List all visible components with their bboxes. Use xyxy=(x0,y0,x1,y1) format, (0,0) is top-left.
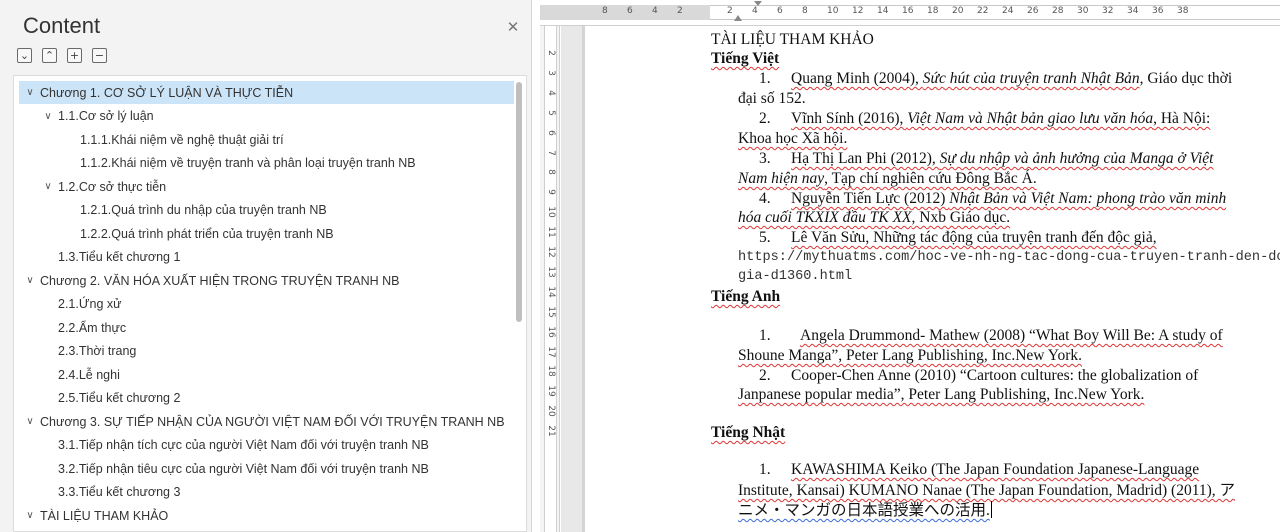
ref-line: Quang Minh (2004), Sức hút của truyện tr… xyxy=(791,69,1232,89)
ref-text: , Nxb Giáo dục. xyxy=(911,209,1011,226)
ref-author: Hạ Thị Lan Phi (2012), xyxy=(791,150,940,167)
ref-author: Vĩnh Sính (2016), xyxy=(791,110,908,127)
document-content: TÀI LIỆU THAM KHẢO Tiếng Việt 1. Quang M… xyxy=(0,0,1280,532)
ref-url[interactable]: https://mythuatms.com/hoc-ve-nh-ng-tac-d… xyxy=(738,248,1280,268)
ref-number: 2. xyxy=(759,110,771,127)
ref-number: 4. xyxy=(759,190,771,207)
ref-title: Sức hút của truyện tranh Nhật Bản xyxy=(922,70,1140,87)
ref-number: 1. xyxy=(759,327,771,344)
section-english: Tiếng Anh xyxy=(711,288,781,305)
ref-number: 1. xyxy=(759,70,771,87)
ref-number: 5. xyxy=(759,229,771,246)
ref-line: đại số 152. xyxy=(738,90,806,107)
ref-line: Khoa học Xã hội. xyxy=(738,130,848,147)
ref-title: Nam hiện nay xyxy=(738,170,825,187)
ref-number: 3. xyxy=(759,150,771,167)
ref-line: hóa cuối TKXIX đầu TK XX, Nxb Giáo dục. xyxy=(738,208,1010,228)
ref-line: Hạ Thị Lan Phi (2012), Sự du nhập và ảnh… xyxy=(791,149,1213,169)
ref-title: Sự du nhập và ảnh hưởng của Manga ở Việt xyxy=(939,150,1214,167)
ref-text: , Hà Nội: xyxy=(1153,110,1211,127)
ref-line: Institute, Kansai) KUMANO Nanae (The Jap… xyxy=(738,482,1236,499)
ref-number: 1. xyxy=(759,461,771,478)
ref-text: , Giáo dục thời xyxy=(1139,70,1233,87)
section-japanese: Tiếng Nhật xyxy=(711,424,786,441)
ref-title: Nhật Bản và Việt Nam: phong trào văn min… xyxy=(949,190,1227,207)
ref-line: Shoune Manga”, Peter Lang Publishing, In… xyxy=(738,347,1082,364)
ref-line: Angela Drummond- Mathew (2008) “What Boy… xyxy=(800,327,1223,344)
ref-title: hóa cuối TKXIX đầu TK XX xyxy=(738,209,912,226)
ref-line: Nguyễn Tiến Lực (2012) Nhật Bản và Việt … xyxy=(791,189,1226,209)
ref-line: Cooper-Chen Anne (2010) “Cartoon culture… xyxy=(791,367,1199,384)
ref-text: ニメ・マンガの日本語授業への活用. xyxy=(738,502,990,519)
ref-author: Quang Minh (2004), xyxy=(791,70,923,87)
ref-author: Nguyễn Tiến Lực (2012) xyxy=(791,190,950,207)
ref-number: 2. xyxy=(759,367,771,384)
ref-line[interactable]: ニメ・マンガの日本語授業への活用. xyxy=(738,501,992,521)
ref-url[interactable]: gia-d1360.html xyxy=(738,267,852,287)
ref-line: KAWASHIMA Keiko (The Japan Foundation Ja… xyxy=(791,461,1200,478)
text-cursor xyxy=(990,501,992,518)
ref-line: Nam hiện nay, Tạp chí nghiên cứu Đông Bắ… xyxy=(738,169,1037,189)
ref-line: Vĩnh Sính (2016), Việt Nam và Nhật bản g… xyxy=(791,109,1210,129)
ref-title: Việt Nam và Nhật bản giao lưu văn hóa xyxy=(907,110,1154,127)
ref-line: Janpanese popular media”, Peter Lang Pub… xyxy=(738,386,1145,403)
references-heading: TÀI LIỆU THAM KHẢO xyxy=(711,31,874,48)
ref-line: Lê Văn Sửu, Những tác động của truyện tr… xyxy=(791,229,1157,246)
ref-text: , Tạp chí nghiên cứu Đông Bắc Á. xyxy=(824,170,1037,187)
section-vietnamese: Tiếng Việt xyxy=(711,50,780,67)
